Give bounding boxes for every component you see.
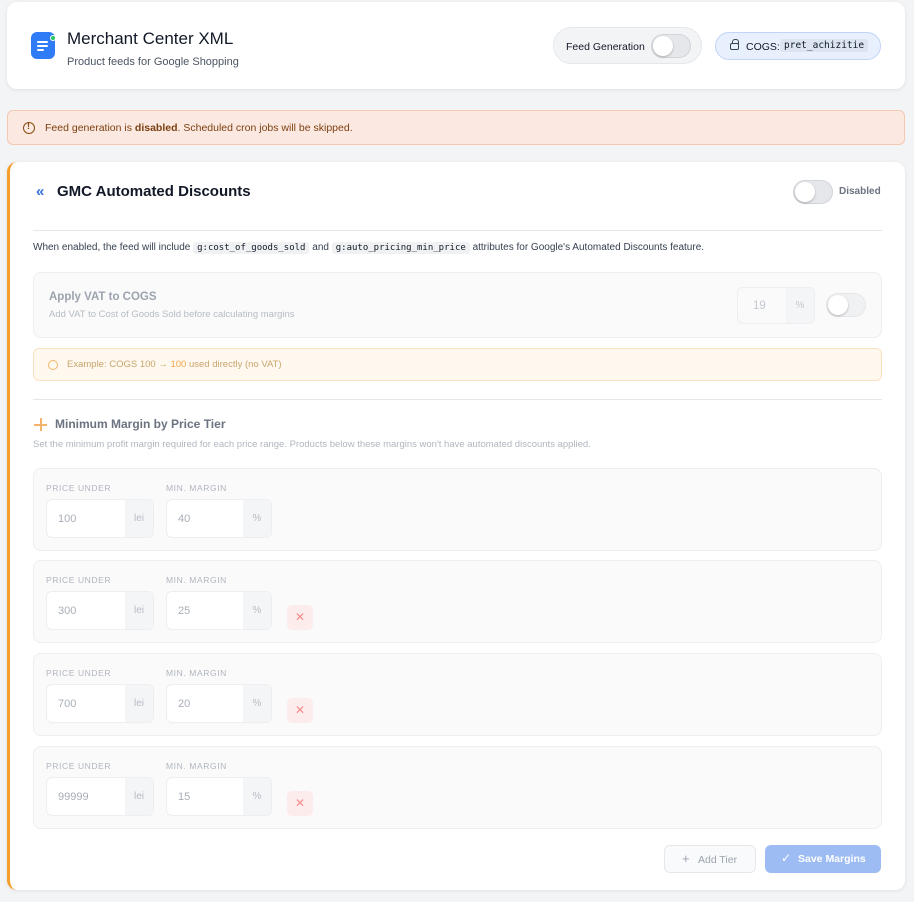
vat-toggle[interactable] (826, 293, 866, 317)
price-input[interactable]: 700 lei (46, 684, 154, 723)
status-label: Disabled (839, 186, 881, 197)
page-title: Merchant Center XML (67, 29, 234, 48)
alert-circle-icon (23, 121, 35, 134)
plus-icon (34, 418, 47, 431)
feed-generation-toggle[interactable] (651, 34, 691, 58)
app-header: Merchant Center XML Product feeds for Go… (7, 2, 905, 89)
tier-row: PRICE UNDER MIN. MARGIN 300 lei 25% ✕ (33, 560, 882, 643)
margin-input[interactable]: 25% (166, 591, 272, 630)
save-margins-button[interactable]: ✓ Save Margins (765, 845, 881, 873)
price-input[interactable]: 300 lei (46, 591, 154, 630)
tier-section-title: Minimum Margin by Price Tier (55, 417, 226, 431)
margin-input[interactable]: 20% (166, 684, 272, 723)
section-title: GMC Automated Discounts (57, 183, 251, 200)
min-margin-label: MIN. MARGIN (166, 761, 227, 771)
percent-suffix: % (786, 288, 814, 323)
check-icon: ✓ (781, 851, 792, 865)
vat-subtitle: Add VAT to Cost of Goods Sold before cal… (49, 309, 295, 320)
vat-settings: Apply VAT to COGS Add VAT to Cost of Goo… (33, 272, 882, 338)
add-tier-button[interactable]: + Add Tier (664, 845, 756, 873)
vat-title: Apply VAT to COGS (49, 291, 157, 303)
delete-tier-button[interactable]: ✕ (287, 605, 313, 630)
example-text: Example: COGS 100 → 100 used directly (n… (67, 359, 282, 370)
feed-document-icon (31, 32, 56, 59)
section-description: When enabled, the feed will include g:co… (33, 242, 705, 254)
banner-text: Feed generation is disabled. Scheduled c… (45, 122, 353, 134)
divider (33, 399, 882, 400)
gmc-discounts-card: « GMC Automated Discounts Disabled When … (7, 162, 905, 890)
tier-row: PRICE UNDER MIN. MARGIN 100 lei 40% (33, 468, 882, 551)
cogs-badge: COGS: pret_achizitie (715, 32, 881, 60)
vat-rate-input[interactable]: 19 % (737, 287, 815, 324)
price-under-label: PRICE UNDER (46, 668, 112, 678)
feed-generation-control: Feed Generation (553, 27, 702, 64)
info-circle-icon (48, 360, 58, 370)
save-margins-label: Save Margins (798, 853, 866, 865)
price-input[interactable]: 100 lei (46, 499, 154, 538)
margin-input[interactable]: 40% (166, 499, 272, 538)
plus-icon: + (682, 851, 690, 866)
feed-disabled-banner: Feed generation is disabled. Scheduled c… (7, 110, 905, 145)
add-tier-label: Add Tier (698, 854, 738, 866)
cogs-field-name: pret_achizitie (780, 39, 869, 52)
feed-generation-label: Feed Generation (566, 41, 645, 53)
lock-icon (730, 39, 739, 50)
price-under-label: PRICE UNDER (46, 761, 112, 771)
tier-section-description: Set the minimum profit margin required f… (33, 439, 591, 450)
delete-tier-button[interactable]: ✕ (287, 698, 313, 723)
attribute-code: g:auto_pricing_min_price (331, 242, 470, 254)
page-subtitle: Product feeds for Google Shopping (67, 56, 239, 68)
min-margin-label: MIN. MARGIN (166, 575, 227, 585)
divider (33, 230, 882, 231)
min-margin-label: MIN. MARGIN (166, 483, 227, 493)
vat-example-note: Example: COGS 100 → 100 used directly (n… (33, 348, 882, 381)
delete-tier-button[interactable]: ✕ (287, 791, 313, 816)
price-input[interactable]: 99999 lei (46, 777, 154, 816)
discount-chevrons-icon: « (36, 183, 45, 200)
tier-row: PRICE UNDER MIN. MARGIN 700 lei 20% ✕ (33, 653, 882, 736)
margin-input[interactable]: 15% (166, 777, 272, 816)
tier-row: PRICE UNDER MIN. MARGIN 99999 lei 15% ✕ (33, 746, 882, 829)
min-margin-label: MIN. MARGIN (166, 668, 227, 678)
cogs-label: COGS: (746, 41, 780, 53)
attribute-code: g:cost_of_goods_sold (193, 242, 310, 254)
price-under-label: PRICE UNDER (46, 575, 112, 585)
price-under-label: PRICE UNDER (46, 483, 112, 493)
gmc-discounts-toggle[interactable] (793, 180, 833, 204)
